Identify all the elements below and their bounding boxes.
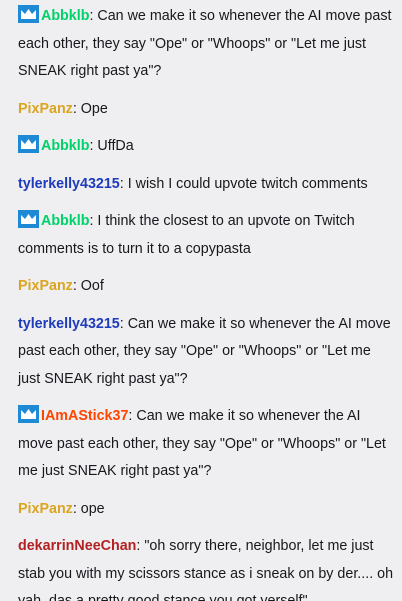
chat-message-text: Ope [76, 100, 108, 117]
chat-message: IAmAStick37: Can we make it so whenever … [18, 403, 394, 486]
chat-message: Abbklb: I think the closest to an upvote… [18, 208, 394, 263]
crown-badge-icon[interactable] [18, 135, 39, 153]
chat-message-text: ope [76, 500, 105, 517]
chat-message: Abbklb: Can we make it so whenever the A… [18, 3, 394, 86]
chat-username[interactable]: tylerkelly43215 [18, 316, 120, 332]
crown-badge-icon[interactable] [18, 5, 39, 23]
chat-username[interactable]: PixPanz [18, 101, 73, 117]
chat-username[interactable]: Abbklb [41, 8, 89, 24]
chat-message: PixPanz: Oof [18, 273, 394, 301]
chat-username[interactable]: Abbklb [41, 138, 89, 154]
chat-message: tylerkelly43215: Can we make it so whene… [18, 311, 394, 394]
chat-message: Abbklb: UffDa [18, 133, 394, 161]
chat-username[interactable]: PixPanz [18, 501, 73, 517]
chat-log: Abbklb: Can we make it so whenever the A… [0, 0, 402, 601]
chat-message-text: I wish I could upvote twitch comments [123, 175, 368, 192]
chat-username[interactable]: tylerkelly43215 [18, 176, 120, 192]
chat-message: PixPanz: ope [18, 496, 394, 524]
chat-username[interactable]: dekarrinNeeChan [18, 538, 136, 554]
chat-message: dekarrinNeeChan: "oh sorry there, neighb… [18, 533, 394, 601]
crown-badge-icon[interactable] [18, 405, 39, 423]
chat-username[interactable]: IAmAStick37 [41, 408, 128, 424]
chat-message-text: UffDa [93, 138, 134, 154]
chat-message: PixPanz: Ope [18, 96, 394, 124]
crown-badge-icon[interactable] [18, 210, 39, 228]
chat-message-text: Oof [76, 278, 104, 294]
chat-message: tylerkelly43215: I wish I could upvote t… [18, 171, 394, 199]
chat-username[interactable]: Abbklb [41, 213, 89, 229]
chat-username[interactable]: PixPanz [18, 278, 73, 294]
